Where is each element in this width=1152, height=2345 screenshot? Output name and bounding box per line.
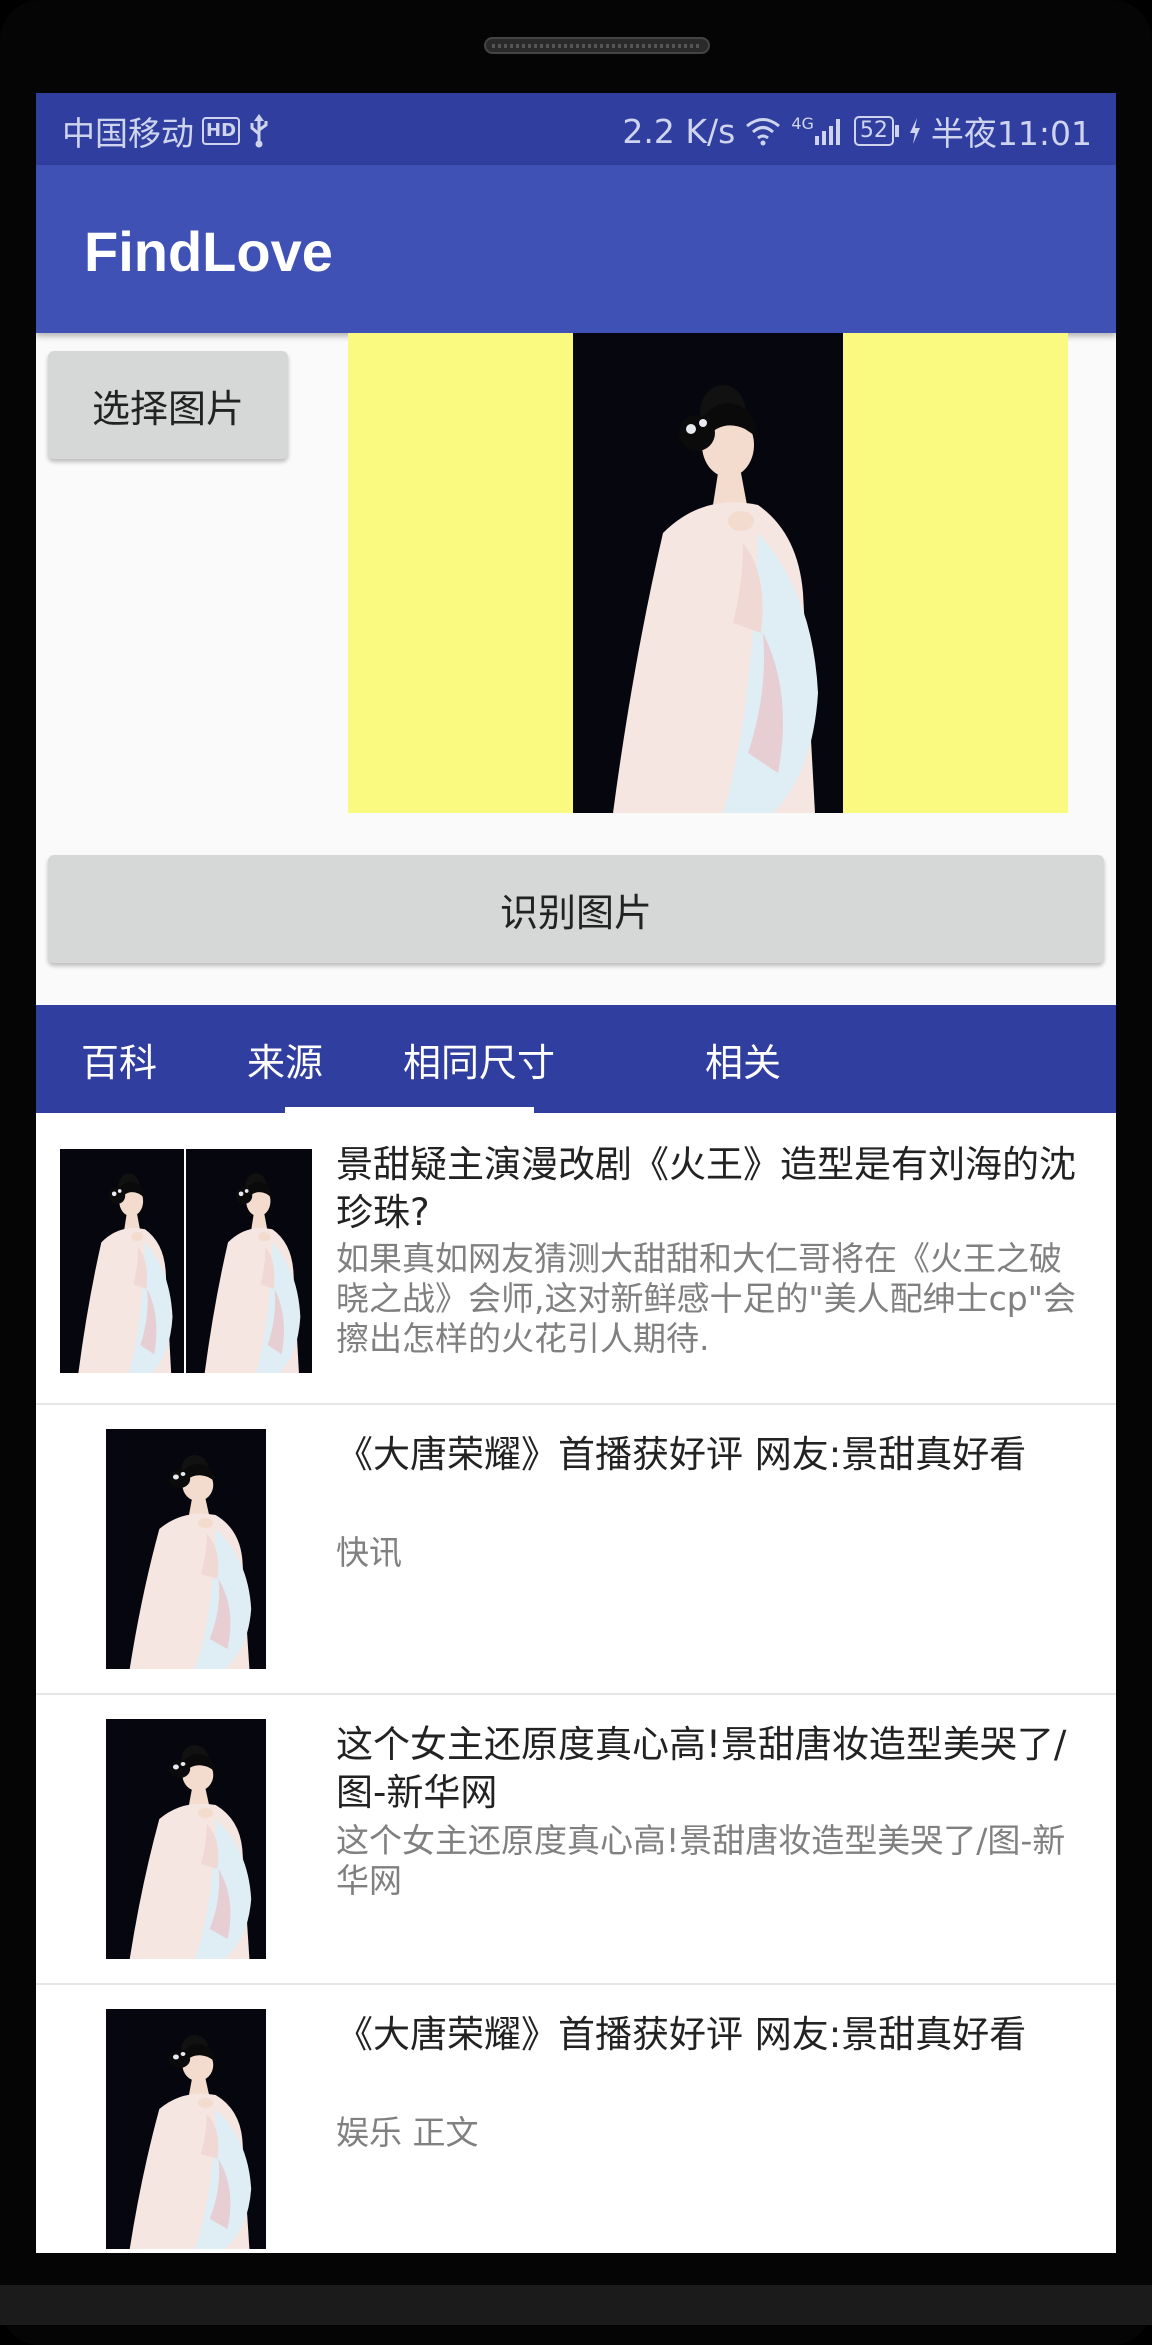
app-bar: FindLove <box>36 165 1116 333</box>
list-item[interactable]: 《大唐荣耀》首播获好评 网友:景甜真好看 娱乐 正文 <box>36 1985 1116 2253</box>
list-item[interactable]: 这个女主还原度真心高!景甜唐妆造型美哭了/图-新华网 这个女主还原度真心高!景甜… <box>36 1695 1116 1985</box>
carrier-label: 中国移动 <box>62 114 194 153</box>
tab-related[interactable]: 相关 <box>590 1005 896 1113</box>
result-title: 景甜疑主演漫改剧《火王》造型是有刘海的沈珍珠? <box>336 1143 1076 1234</box>
result-thumbnail <box>60 1149 312 1373</box>
phone-chin <box>0 2285 1152 2325</box>
status-bar: 中国移动 HD 2.2 K/s 4G 52 半夜11:01 <box>36 93 1116 165</box>
result-description: 如果真如网友猜测大甜甜和大仁哥将在《火王之破晓之战》会师,这对新鲜感十足的"美人… <box>336 1239 1076 1358</box>
select-image-button[interactable]: 选择图片 <box>48 351 288 459</box>
network-speed: 2.2 K/s <box>622 111 736 151</box>
result-thumbnail <box>106 1429 266 1669</box>
selected-photo <box>573 333 843 813</box>
clock: 半夜11:01 <box>930 114 1092 153</box>
result-description: 娱乐 正文 <box>336 2113 479 2152</box>
image-preview <box>348 333 1068 813</box>
signal-icon <box>814 119 840 145</box>
result-thumbnail <box>106 1719 266 1959</box>
list-item[interactable]: 《大唐荣耀》首播获好评 网友:景甜真好看 快讯 <box>36 1405 1116 1695</box>
app-title: FindLove <box>84 220 333 283</box>
list-item[interactable]: 景甜疑主演漫改剧《火王》造型是有刘海的沈珍珠? 如果真如网友猜测大甜甜和大仁哥将… <box>36 1113 1116 1405</box>
phone-frame: 中国移动 HD 2.2 K/s 4G 52 半夜11:01 FindLove 选… <box>0 0 1152 2345</box>
result-title: 这个女主还原度真心高!景甜唐妆造型美哭了/图-新华网 <box>336 1723 1067 1814</box>
network-type: 4G <box>791 114 814 133</box>
result-list: 景甜疑主演漫改剧《火王》造型是有刘海的沈珍珠? 如果真如网友猜测大甜甜和大仁哥将… <box>36 1113 1116 2253</box>
app-screen: 中国移动 HD 2.2 K/s 4G 52 半夜11:01 FindLove 选… <box>36 93 1116 2253</box>
hd-badge: HD <box>202 117 241 145</box>
result-description: 这个女主还原度真心高!景甜唐妆造型美哭了/图-新华网 <box>336 1821 1066 1900</box>
tab-same-size[interactable]: 相同尺寸 <box>368 1005 590 1113</box>
charging-icon <box>909 118 920 144</box>
result-title: 《大唐荣耀》首播获好评 网友:景甜真好看 <box>336 1433 1027 1476</box>
tab-source[interactable]: 来源 <box>202 1005 368 1113</box>
earpiece-speaker <box>484 37 710 54</box>
battery-icon: 52 <box>853 116 899 146</box>
tab-baike[interactable]: 百科 <box>36 1005 202 1113</box>
wifi-icon <box>746 118 781 146</box>
usb-icon <box>250 114 268 148</box>
result-tabs: 百科 来源 相同尺寸 相关 <box>36 1005 1116 1113</box>
result-title: 《大唐荣耀》首播获好评 网友:景甜真好看 <box>336 2013 1027 2056</box>
battery-level: 52 <box>853 116 894 146</box>
recognize-image-button[interactable]: 识别图片 <box>48 855 1104 963</box>
result-description: 快讯 <box>336 1533 402 1572</box>
result-thumbnail <box>106 2009 266 2249</box>
